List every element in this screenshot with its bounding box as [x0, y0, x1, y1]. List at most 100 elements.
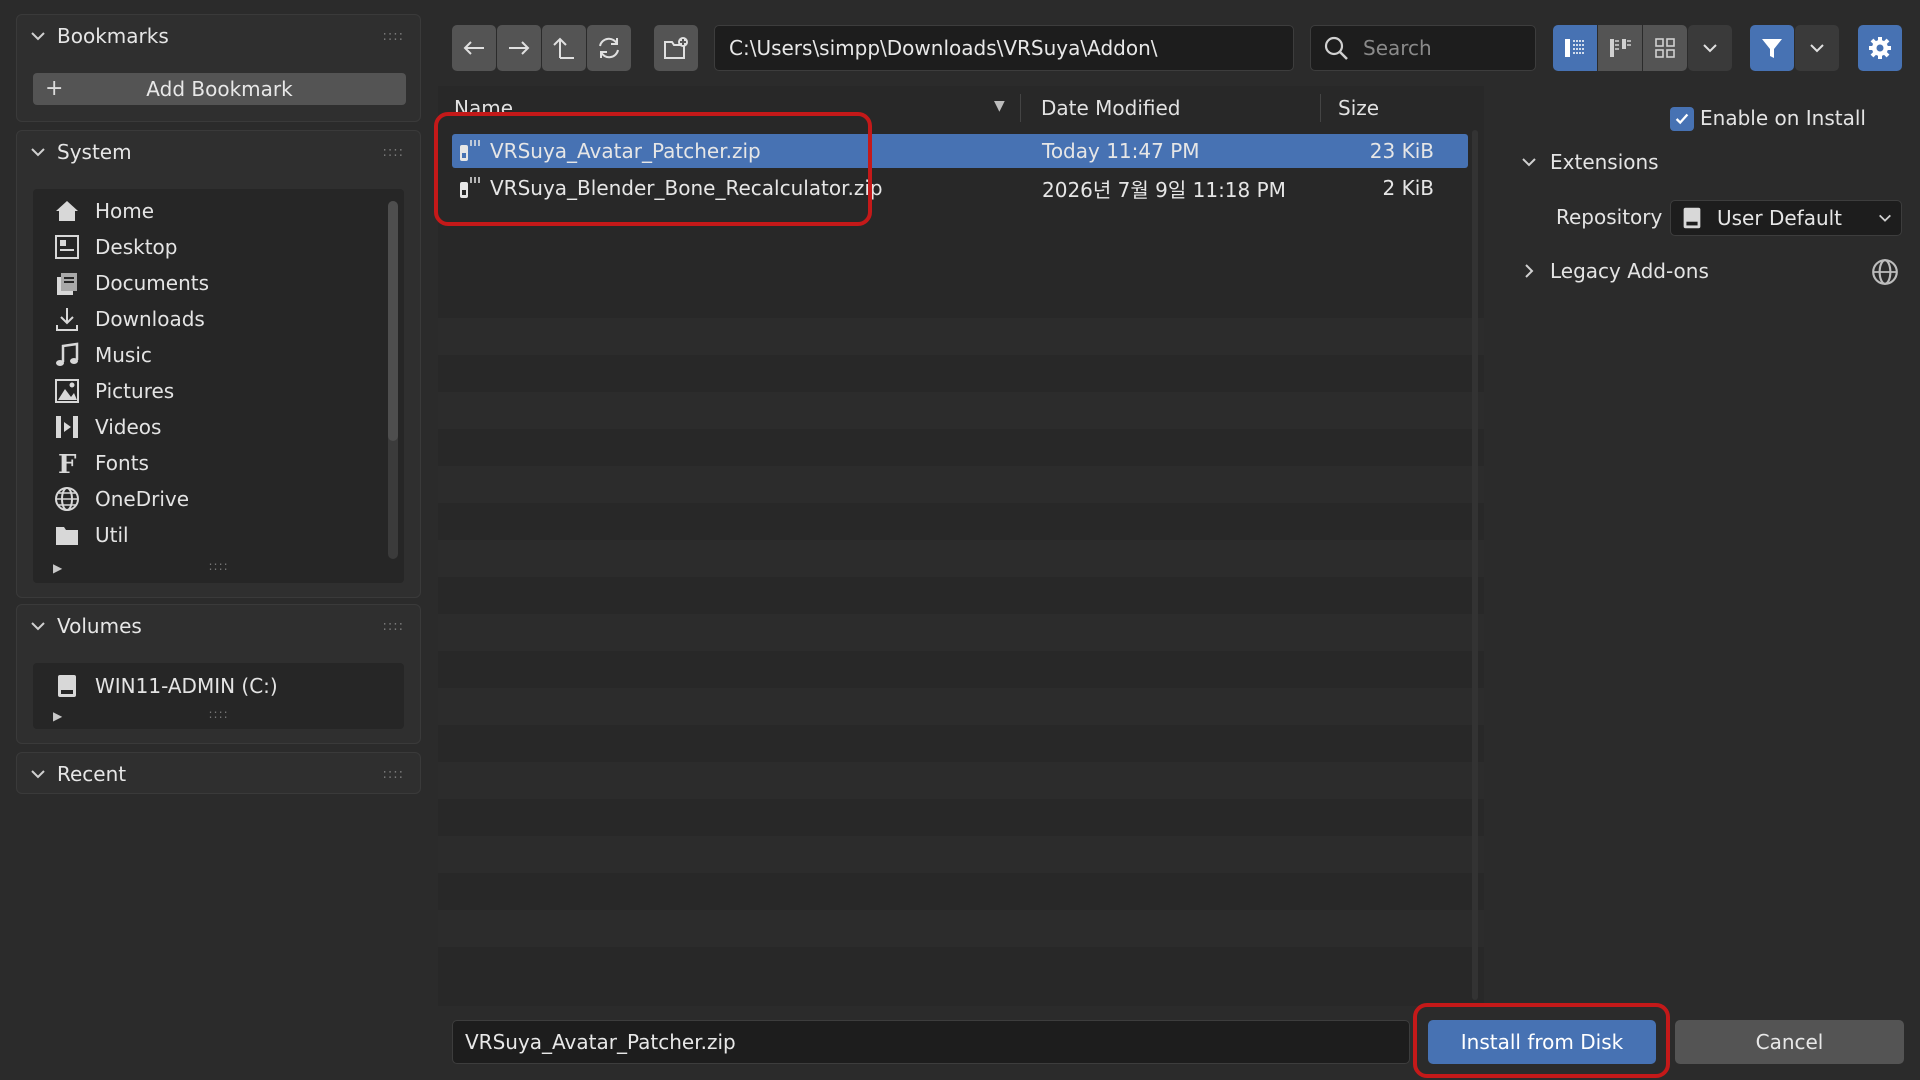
recent-panel: Recent :::: — [16, 752, 421, 794]
bookmarks-header[interactable]: Bookmarks :::: — [17, 15, 420, 57]
volumes-list: WIN11-ADMIN (C:) ▶ :::: — [33, 663, 404, 729]
sidebar-scrollbar[interactable] — [388, 201, 398, 559]
column-size-header[interactable]: Size — [1338, 96, 1379, 120]
refresh-button[interactable] — [587, 25, 631, 71]
bookmarks-panel: Bookmarks :::: + Add Bookmark — [16, 14, 421, 122]
extensions-header[interactable]: Extensions — [1520, 150, 1659, 174]
file-browser: Name ▼ Date Modified Size VRSuya_Avatar_… — [438, 86, 1484, 1006]
chevron-down-icon — [1879, 214, 1891, 222]
drag-grip-icon[interactable]: :::: — [382, 767, 404, 782]
recent-title: Recent — [57, 762, 127, 786]
desktop-icon — [55, 235, 79, 259]
cancel-button[interactable]: Cancel — [1675, 1020, 1904, 1064]
enable-on-install-checkbox[interactable] — [1670, 107, 1694, 131]
sidebar-item-label: Downloads — [95, 307, 205, 331]
view-vertical-list-button[interactable] — [1553, 25, 1597, 71]
grid-icon — [1655, 38, 1675, 58]
sidebar-item-documents[interactable]: Documents — [53, 266, 209, 300]
chevron-down-icon — [31, 32, 45, 41]
sidebar-item-fonts[interactable]: F Fonts — [53, 446, 149, 480]
file-size: 23 KiB — [1369, 139, 1434, 163]
volumes-title: Volumes — [57, 614, 142, 638]
row-stripe — [438, 614, 1484, 651]
filename-input[interactable]: VRSuya_Avatar_Patcher.zip — [452, 1020, 1410, 1064]
column-divider[interactable] — [1020, 94, 1021, 122]
fonts-icon: F — [58, 450, 77, 477]
sidebar-item-onedrive[interactable]: OneDrive — [53, 482, 189, 516]
settings-button[interactable] — [1858, 25, 1902, 71]
file-row[interactable]: VRSuya_Blender_Bone_Recalculator.zip 202… — [452, 171, 1468, 205]
column-name-header[interactable]: Name — [454, 96, 513, 120]
zip-file-icon — [460, 177, 480, 198]
column-divider[interactable] — [1320, 94, 1321, 122]
drive-icon — [58, 675, 76, 697]
chevron-down-icon — [1703, 44, 1717, 53]
filter-options-dropdown[interactable] — [1795, 25, 1839, 71]
column-date-header[interactable]: Date Modified — [1041, 96, 1181, 120]
new-folder-icon — [664, 37, 688, 59]
sidebar-item-label: Desktop — [95, 235, 178, 259]
horizontal-list-icon — [1610, 39, 1631, 57]
enable-on-install-label[interactable]: Enable on Install — [1700, 106, 1866, 130]
list-view-icon — [1565, 39, 1585, 57]
sidebar-item-pictures[interactable]: Pictures — [53, 374, 174, 408]
install-from-disk-button[interactable]: Install from Disk — [1428, 1020, 1656, 1064]
forward-button[interactable] — [497, 25, 541, 71]
recent-header[interactable]: Recent :::: — [17, 753, 420, 795]
chevron-right-icon — [1525, 264, 1534, 278]
sidebar-item-downloads[interactable]: Downloads — [53, 302, 205, 336]
sidebar-item-desktop[interactable]: Desktop — [53, 230, 177, 264]
row-stripe — [438, 466, 1484, 503]
sidebar-item-videos[interactable]: Videos — [53, 410, 161, 444]
expand-triangle-icon[interactable]: ▶ — [53, 709, 62, 723]
volumes-header[interactable]: Volumes :::: — [17, 605, 420, 647]
new-folder-button[interactable] — [654, 25, 698, 71]
home-icon — [56, 201, 78, 221]
volume-item-c-drive[interactable]: WIN11-ADMIN (C:) — [53, 669, 278, 703]
cancel-label: Cancel — [1755, 1030, 1824, 1054]
search-input[interactable]: Search — [1310, 25, 1536, 71]
add-bookmark-button[interactable]: + Add Bookmark — [33, 73, 406, 105]
sidebar-item-home[interactable]: Home — [53, 194, 154, 228]
file-size: 2 KiB — [1382, 176, 1434, 200]
expand-triangle-icon[interactable]: ▶ — [53, 561, 62, 575]
row-stripe — [438, 540, 1484, 577]
file-list-scrollbar[interactable] — [1472, 130, 1478, 1000]
filename-text: VRSuya_Avatar_Patcher.zip — [465, 1030, 736, 1054]
view-thumbnails-button[interactable] — [1643, 25, 1687, 71]
view-horizontal-list-button[interactable] — [1598, 25, 1642, 71]
system-list: Home Desktop Documents Downloads Music P… — [33, 189, 404, 583]
arrow-right-icon — [509, 41, 530, 55]
display-options-dropdown[interactable] — [1688, 25, 1732, 71]
arrow-up-icon — [553, 37, 574, 59]
filter-toggle-button[interactable] — [1750, 25, 1794, 71]
gear-icon — [1869, 37, 1891, 59]
parent-directory-button[interactable] — [542, 25, 586, 71]
legacy-addons-header[interactable]: Legacy Add-ons — [1520, 259, 1709, 283]
drag-grip-icon[interactable]: :::: — [382, 29, 404, 44]
row-stripe — [438, 762, 1484, 799]
svg-text:F: F — [58, 450, 77, 477]
repository-label: Repository — [1556, 205, 1663, 229]
file-name: VRSuya_Blender_Bone_Recalculator.zip — [490, 176, 883, 200]
back-button[interactable] — [452, 25, 496, 71]
drag-grip-icon[interactable]: :::: — [382, 145, 404, 160]
file-row[interactable]: VRSuya_Avatar_Patcher.zip Today 11:47 PM… — [452, 134, 1468, 168]
system-title: System — [57, 140, 132, 164]
system-header[interactable]: System :::: — [17, 131, 420, 173]
sidebar-item-label: Fonts — [95, 451, 149, 475]
videos-icon — [56, 416, 78, 438]
resize-grip-icon[interactable]: :::: — [209, 707, 229, 721]
path-input[interactable]: C:\Users\simpp\Downloads\VRSuya\Addon\ — [714, 25, 1294, 71]
sidebar-item-label: Pictures — [95, 379, 175, 403]
arrow-left-icon — [463, 41, 484, 55]
resize-grip-icon[interactable]: :::: — [209, 559, 229, 573]
sidebar-item-label: Home — [95, 199, 155, 223]
repository-dropdown[interactable]: User Default — [1670, 200, 1902, 236]
sidebar-item-music[interactable]: Music — [53, 338, 152, 372]
globe-icon[interactable] — [1870, 257, 1900, 287]
sidebar-item-util[interactable]: Util — [53, 518, 129, 552]
drag-grip-icon[interactable]: :::: — [382, 619, 404, 634]
sort-descending-icon[interactable]: ▼ — [994, 98, 1005, 114]
scrollbar-thumb[interactable] — [388, 201, 398, 441]
